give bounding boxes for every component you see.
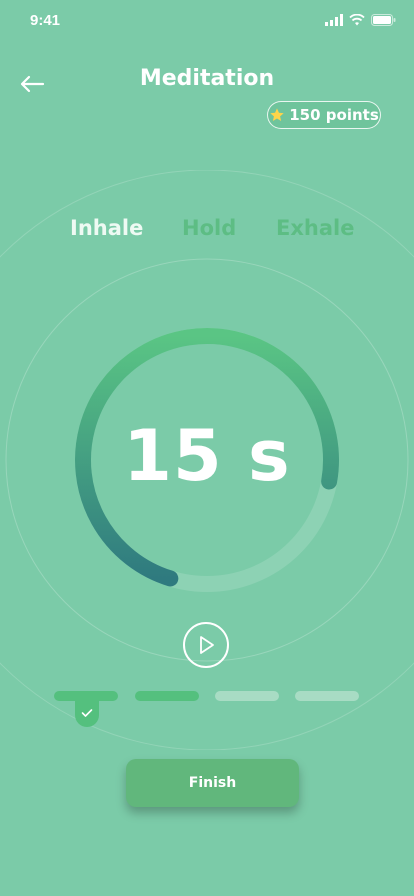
step-progress	[54, 691, 360, 731]
play-button[interactable]	[183, 622, 229, 668]
phase-tab-inhale[interactable]: Inhale	[70, 216, 143, 240]
page-title: Meditation	[139, 66, 275, 91]
play-icon	[200, 636, 214, 654]
step-indicator-3	[215, 691, 279, 701]
battery-icon	[371, 14, 396, 26]
step-indicator-4	[295, 691, 359, 701]
phase-tab-exhale[interactable]: Exhale	[276, 216, 354, 240]
status-time: 9:41	[30, 12, 61, 29]
star-icon	[270, 108, 284, 121]
status-icons	[325, 14, 396, 26]
points-label: 150 points	[289, 106, 379, 124]
points-badge[interactable]: 150 points	[267, 101, 381, 129]
step-check-badge	[75, 699, 99, 727]
wifi-icon	[349, 14, 365, 26]
timer-value: 15 s	[123, 415, 291, 497]
status-bar: 9:41	[0, 0, 414, 44]
phase-tab-hold[interactable]: Hold	[182, 216, 236, 240]
meditation-screen: 9:41 Meditation 150 points Inhale Hold E…	[0, 0, 414, 896]
finish-button[interactable]: Finish	[126, 759, 299, 807]
check-icon	[81, 709, 93, 717]
step-indicator-2	[135, 691, 199, 701]
phase-tabs: Inhale Hold Exhale	[0, 216, 414, 246]
signal-icon	[325, 14, 343, 26]
